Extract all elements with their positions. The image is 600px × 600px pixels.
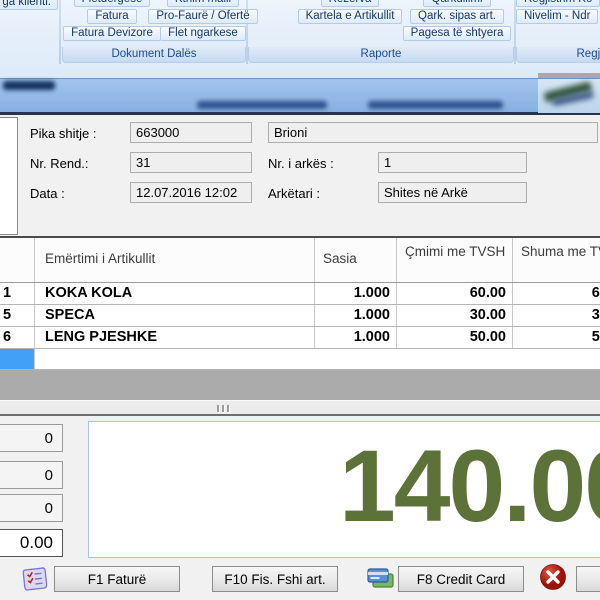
pika-shitje-label: Pika shitje : [30, 126, 96, 141]
banner-text-blurred [368, 101, 503, 109]
cell-price: 50.00 [397, 327, 513, 348]
ribbon-button-qarkullimi[interactable]: Qarkullimi [423, 0, 490, 7]
banner-logo-area [538, 79, 600, 113]
nr-rend-label: Nr. Rend.: [30, 156, 89, 171]
ribbon-stack-dokument-1: Fletdërgesë Fatura Fatura Devizore [62, 0, 162, 41]
ribbon-button-kartela[interactable]: Kartela e Artikullit [298, 9, 403, 24]
data-label: Data : [30, 186, 65, 201]
data-field[interactable] [130, 182, 252, 203]
ribbon-stack-dokument-2: Kthim malli Pro-Faurë / Ofertë Flet ngar… [153, 0, 253, 41]
ribbon-stack-raporte-1: Rezerva Kartela e Artikullit [300, 0, 400, 24]
ribbon-separator [59, 0, 61, 64]
cell-name: KOKA KOLA [35, 283, 315, 304]
splitter-grip-icon[interactable] [217, 405, 229, 412]
cell-code: 5 [0, 305, 35, 326]
cell-qty: 1.000 [315, 283, 397, 304]
ribbon-button-pro-fature[interactable]: Pro-Faurë / Ofertë [148, 9, 257, 24]
cell-code: 6 [0, 327, 35, 348]
ribbon-button-flet-ngarkese[interactable]: Flet ngarkese [160, 26, 246, 41]
row-selector-highlight[interactable] [0, 349, 35, 369]
col-header-sasia[interactable]: Sasia [315, 238, 397, 282]
col-header-code[interactable] [0, 238, 35, 282]
pika-shitje-name-field[interactable] [268, 122, 598, 143]
cell-qty: 1.000 [315, 327, 397, 348]
amount-box-3[interactable] [0, 494, 63, 522]
cell-name: LENG PJESHKE [35, 327, 315, 348]
table-row[interactable]: 5 SPECA 1.000 30.00 30.00 [0, 305, 600, 327]
grid-header-row: Emërtimi i Artikullit Sasia Çmimi me TVS… [0, 238, 600, 283]
ribbon-toolbar: ga klienti. Fletdërgesë Fatura Fatura De… [0, 0, 600, 78]
ribbon-stack-regjistrime: Regjistrim Ko Nivelim - Ndr [516, 0, 600, 24]
ribbon-button-qark-sipas-art[interactable]: Qark. sipas art. [410, 9, 504, 24]
ribbon-group-dokument-dales: Dokument Dalës [62, 47, 246, 63]
ribbon-button-klienti[interactable]: ga klienti. [0, 0, 58, 10]
nr-arkes-field[interactable] [378, 152, 527, 173]
ribbon-group-raporte: Raporte [248, 47, 514, 63]
store-banner [0, 78, 600, 115]
ribbon-button-nivelim[interactable]: Nivelim - Ndr [516, 9, 598, 24]
credit-card-icon[interactable] [365, 565, 395, 598]
table-row[interactable]: 6 LENG PJESHKE 1.000 50.00 50.00 [0, 327, 600, 349]
col-header-cmimi[interactable]: Çmimi me TVSH [397, 238, 513, 282]
cell-price: 60.00 [397, 283, 513, 304]
ribbon-group-regjistrime: Regjistr [516, 47, 600, 63]
cell-sum: 30.00 [513, 305, 600, 326]
partial-button[interactable] [576, 566, 600, 592]
banner-title-blurred [3, 81, 55, 90]
f10-fshi-art-button[interactable]: F10 Fis. Fshi art. [212, 566, 338, 592]
grand-total-value: 140.00 [339, 421, 600, 556]
f8-credit-card-button[interactable]: F8 Credit Card [398, 566, 524, 592]
arketari-field[interactable] [378, 182, 527, 203]
banner-text-blurred [197, 101, 327, 109]
cell-sum: 50.00 [513, 327, 600, 348]
ribbon-button-kthim-malli[interactable]: Kthim malli [167, 0, 239, 7]
pos-window: ga klienti. Fletdërgesë Fatura Fatura De… [0, 0, 600, 600]
nr-arkes-label: Nr. i arkës : [268, 156, 334, 171]
table-row-new[interactable] [0, 349, 600, 370]
amount-box-change[interactable] [0, 529, 63, 557]
nr-rend-field[interactable] [130, 152, 252, 173]
cell-qty: 1.000 [315, 305, 397, 326]
articles-grid: Emërtimi i Artikullit Sasia Çmimi me TVS… [0, 238, 600, 400]
ribbon-button-fatura-devizore[interactable]: Fatura Devizore [63, 26, 161, 41]
close-icon[interactable] [539, 563, 567, 596]
amount-box-2[interactable] [0, 461, 63, 489]
table-row[interactable]: 1 KOKA KOLA 1.000 60.00 60.00 [0, 283, 600, 305]
payment-panel: 140.00 F1 Faturë F10 Fis. Fshi art. [0, 417, 600, 600]
grand-total-panel: 140.00 [88, 421, 600, 558]
col-header-shuma[interactable]: Shuma me TVSH [513, 238, 600, 282]
cell-name: SPECA [35, 305, 315, 326]
cell-sum: 60.00 [513, 283, 600, 304]
invoice-header-form: Pika shitje : Nr. Rend.: Nr. i arkës : D… [0, 115, 600, 238]
cell-price: 30.00 [397, 305, 513, 326]
f1-fature-button[interactable]: F1 Faturë [54, 566, 180, 592]
receipt-icon[interactable] [21, 565, 49, 598]
ribbon-button-pagesa-shtyera[interactable]: Pagesa të shtyera [403, 26, 512, 41]
amount-box-1[interactable] [0, 424, 63, 452]
ribbon-stack-raporte-2: Qarkullimi Qark. sipas art. Pagesa të sh… [405, 0, 509, 41]
ribbon-button-fatura[interactable]: Fatura [87, 9, 136, 24]
cell-code: 1 [0, 283, 35, 304]
col-header-emertimi[interactable]: Emërtimi i Artikullit [35, 238, 315, 282]
ribbon-button-fletdergese[interactable]: Fletdërgesë [74, 0, 151, 7]
horizontal-splitter[interactable] [0, 400, 600, 416]
side-panel-partial [0, 117, 18, 235]
arketari-label: Arkëtari : [268, 186, 320, 201]
ribbon-button-rezerva[interactable]: Rezerva [321, 0, 380, 7]
pika-shitje-field[interactable] [130, 122, 252, 143]
ribbon-button-regjistrim[interactable]: Regjistrim Ko [516, 0, 600, 7]
